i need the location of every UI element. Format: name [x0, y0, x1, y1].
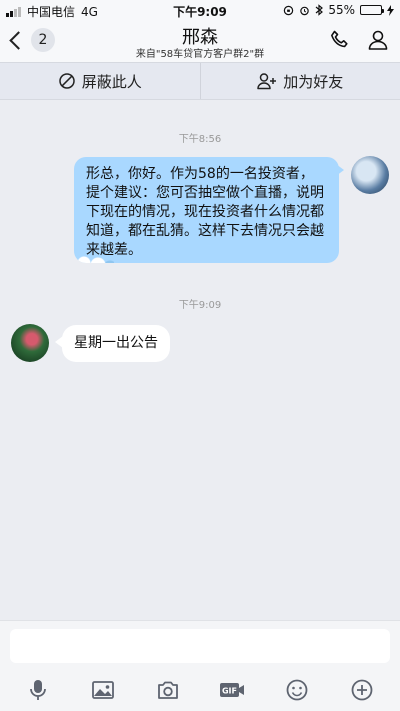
header-actions [328, 28, 390, 52]
chat-header: 2 邢森 来自"58车贷官方客户群2"群 [0, 20, 400, 62]
contact-avatar[interactable] [11, 324, 49, 362]
add-friend-label: 加为好友 [283, 72, 344, 91]
message-timestamp: 下午8:56 [178, 134, 222, 145]
profile-icon [368, 30, 388, 50]
received-message-text: 星期一出公告 [74, 335, 158, 351]
message-timestamp: 下午9:09 [178, 300, 222, 311]
block-user-button[interactable]: 屏蔽此人 [0, 63, 200, 99]
block-icon [58, 73, 75, 89]
block-user-label: 屏蔽此人 [81, 72, 142, 91]
bluetooth-icon [315, 4, 324, 16]
sent-message-text: 形总，你好。作为58的一名投资者，提个建议：您可否抽空做个直播，说明下现在的情况… [86, 166, 324, 258]
sent-message-bubble[interactable]: 形总，你好。作为58的一名投资者，提个建议：您可否抽空做个直播，说明下现在的情况… [74, 157, 339, 263]
plus-icon [351, 679, 373, 701]
add-friend-button[interactable]: 加为好友 [199, 63, 400, 99]
voice-button[interactable] [21, 675, 55, 705]
profile-button[interactable] [366, 28, 390, 52]
gif-icon: GIF [220, 683, 245, 697]
rotation-lock-icon [284, 5, 294, 15]
status-right: 55% [283, 3, 394, 17]
svg-text:GIF: GIF [222, 687, 237, 696]
photo-button[interactable] [86, 675, 120, 705]
emoji-button[interactable] [280, 675, 314, 705]
received-message-bubble[interactable]: 星期一出公告 [62, 325, 170, 362]
input-bar: GIF [0, 620, 400, 711]
call-button[interactable] [328, 28, 352, 52]
my-avatar[interactable] [351, 156, 389, 194]
battery-percent: 55% [328, 3, 355, 17]
status-bar: 中国电信 4G 下午9:09 55% [0, 0, 400, 20]
charging-icon [387, 4, 394, 16]
image-icon [92, 681, 114, 699]
stranger-action-bar: 屏蔽此人 加为好友 [0, 62, 400, 100]
gif-button[interactable]: GIF [215, 675, 249, 705]
emoji-icon [286, 679, 308, 701]
camera-button[interactable] [151, 675, 185, 705]
phone-icon [331, 30, 348, 48]
input-toolbar: GIF [0, 675, 400, 705]
microphone-icon [30, 680, 47, 700]
message-input[interactable] [10, 629, 390, 663]
more-button[interactable] [345, 675, 379, 705]
alarm-icon [300, 6, 310, 15]
camera-icon [157, 681, 178, 699]
battery-icon [360, 5, 384, 15]
add-friend-icon [257, 73, 277, 90]
